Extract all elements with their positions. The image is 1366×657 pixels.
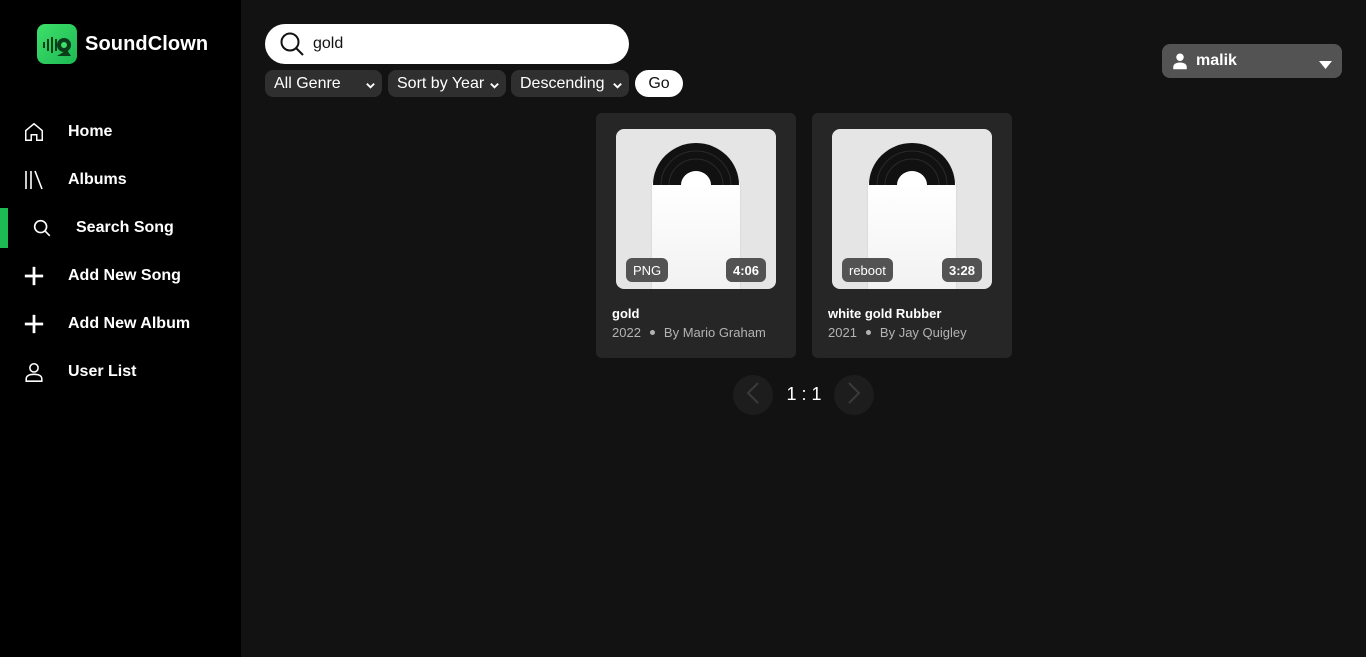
plus-icon [22,264,46,288]
soundclown-logo-icon [37,24,77,64]
caret-down-icon [1319,57,1332,75]
sidebar-item-label: Add New Album [68,315,191,332]
song-duration-badge: 3:28 [941,258,982,282]
song-artist: By Jay Quigley [879,325,967,340]
song-tag-badge: reboot [842,258,893,282]
sidebar-item-home[interactable]: Home [0,112,241,152]
sidebar-item-albums[interactable]: Albums [0,160,241,200]
go-button[interactable]: Go [635,70,683,97]
song-title: gold [612,306,640,321]
username: malik [1196,52,1237,69]
sidebar-item-label: Home [68,123,113,140]
sidebar-item-label: User List [68,363,137,380]
brand[interactable]: SoundClown [37,24,208,64]
song-title: white gold Rubber [828,306,942,321]
separator-dot [865,330,871,335]
vinyl-record-icon [869,143,955,185]
sort-select[interactable]: Sort by Year [388,70,506,97]
sidebar: SoundClown Home Albums Search Song Add N… [0,0,241,657]
song-duration-badge: 4:06 [725,258,766,282]
search-icon [279,31,305,62]
next-page-button[interactable] [834,375,874,415]
song-cover-image: PNG 4:06 [616,129,776,289]
plus-icon [22,312,46,336]
previous-page-button[interactable] [733,375,773,415]
sidebar-item-label: Search Song [76,219,174,236]
genre-select[interactable]: All Genre [265,70,382,97]
order-select[interactable]: Descending [511,70,629,97]
song-cover-image: reboot 3:28 [832,129,992,289]
song-meta: 2021 By Jay Quigley [828,325,967,340]
song-card[interactable]: reboot 3:28 white gold Rubber 2021 By Ja… [812,113,1012,358]
song-artist: By Mario Graham [663,325,766,340]
genre-select-value: All Genre [274,74,341,92]
active-indicator [0,208,8,248]
song-card[interactable]: PNG 4:06 gold 2022 By Mario Graham [596,113,796,358]
song-meta: 2022 By Mario Graham [612,325,766,340]
user-icon [1171,52,1189,75]
sidebar-item-add-new-album[interactable]: Add New Album [0,304,241,344]
search-icon [30,216,54,240]
user-icon [22,360,46,384]
chevron-down-icon [365,78,376,96]
user-menu-button[interactable]: malik [1162,44,1342,78]
library-icon [22,168,46,192]
sidebar-item-label: Add New Song [68,267,181,284]
sidebar-item-label: Albums [68,171,127,188]
search-bar[interactable] [265,24,629,64]
song-year: 2022 [612,325,641,340]
order-select-value: Descending [520,74,605,92]
sort-select-value: Sort by Year [397,74,485,92]
sidebar-item-add-new-song[interactable]: Add New Song [0,256,241,296]
vinyl-record-icon [653,143,739,185]
chevron-left-icon [746,381,760,410]
search-input[interactable] [313,32,613,56]
page-indicator: 1 : 1 [786,384,822,404]
app-name: SoundClown [85,32,209,55]
sidebar-item-user-list[interactable]: User List [0,352,241,392]
song-year: 2021 [828,325,857,340]
separator-dot [649,330,655,335]
home-icon [22,120,46,144]
song-tag-badge: PNG [626,258,669,282]
chevron-down-icon [612,78,623,96]
chevron-right-icon [847,381,861,410]
sidebar-item-search-song[interactable]: Search Song [0,208,241,248]
chevron-down-icon [489,78,500,96]
